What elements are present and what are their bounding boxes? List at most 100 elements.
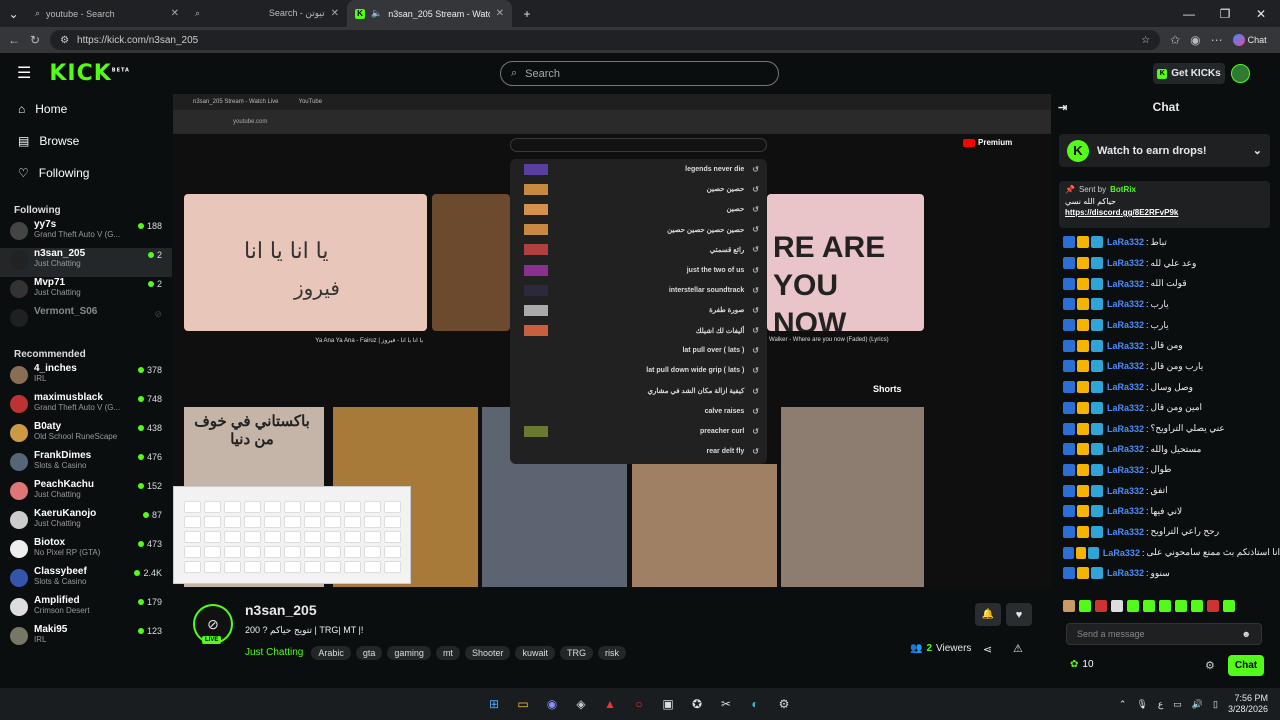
- emote-icon[interactable]: [1111, 600, 1123, 612]
- edge-icon[interactable]: ◐: [744, 693, 766, 715]
- sidebar-channel[interactable]: Vermont_S06 ⊘: [0, 306, 172, 335]
- emote-icon[interactable]: [1175, 600, 1187, 612]
- earn-drops-banner[interactable]: K Watch to earn drops! ⌄: [1059, 134, 1270, 167]
- emote-icon[interactable]: [1127, 600, 1139, 612]
- window-close-icon[interactable]: ✕: [1250, 3, 1272, 25]
- steam-icon[interactable]: ◈: [570, 693, 592, 715]
- sidebar-channel[interactable]: Maki95 IRL 123: [0, 624, 172, 653]
- emote-icon[interactable]: [1191, 600, 1203, 612]
- chat-username[interactable]: LaRa332: [1107, 320, 1144, 330]
- back-icon[interactable]: ←: [8, 33, 20, 47]
- discord-icon[interactable]: ◉: [541, 693, 563, 715]
- sidebar-channel[interactable]: Mvp71 Just Chatting 2: [0, 277, 172, 306]
- copilot-chat-button[interactable]: Chat: [1232, 34, 1267, 46]
- emote-icon[interactable]: [1079, 600, 1091, 612]
- chat-username[interactable]: LaRa332: [1107, 237, 1144, 247]
- chat-username[interactable]: LaRa332: [1107, 424, 1144, 434]
- chat-username[interactable]: LaRa332: [1107, 279, 1144, 289]
- sidebar-channel[interactable]: PeachKachu Just Chatting 152: [0, 479, 172, 508]
- sidebar-channel[interactable]: FrankDimes Slots & Casino 476: [0, 450, 172, 479]
- sidebar-channel[interactable]: Biotox No Pixel RP (GTA) 473: [0, 537, 172, 566]
- follow-button[interactable]: ♥: [1006, 603, 1032, 626]
- chat-username[interactable]: LaRa332: [1107, 465, 1144, 475]
- stream-category-link[interactable]: Just Chatting: [245, 647, 303, 658]
- chat-username[interactable]: LaRa332: [1107, 486, 1144, 496]
- chat-username[interactable]: LaRa332: [1107, 361, 1144, 371]
- report-icon[interactable]: ⚠: [1013, 642, 1023, 655]
- chat-username[interactable]: LaRa332: [1107, 341, 1144, 351]
- clock[interactable]: 7:56 PM 3/28/2026: [1228, 693, 1268, 715]
- chat-username[interactable]: LaRa332: [1107, 382, 1144, 392]
- capcut-icon[interactable]: ✂: [715, 693, 737, 715]
- sidebar-channel[interactable]: n3san_205 Just Chatting 2: [0, 248, 172, 277]
- notification-bell-button[interactable]: 🔔: [975, 603, 1001, 626]
- chat-username[interactable]: LaRa332: [1107, 444, 1144, 454]
- settings-icon[interactable]: ⚙: [773, 693, 795, 715]
- volume-icon[interactable]: 🔊: [1192, 699, 1203, 710]
- emote-icon[interactable]: [1223, 600, 1235, 612]
- sidebar-channel[interactable]: yy7s Grand Theft Auto V (G... 188: [0, 219, 172, 248]
- chat-username[interactable]: LaRa332: [1107, 568, 1144, 578]
- file-explorer-icon[interactable]: ▭: [512, 693, 534, 715]
- tab-menu-chevron-icon[interactable]: ⌄: [0, 3, 27, 25]
- chat-username[interactable]: LaRa332: [1107, 403, 1144, 413]
- app-icon[interactable]: ▣: [657, 693, 679, 715]
- new-tab-icon[interactable]: +: [516, 3, 538, 25]
- channel-name[interactable]: n3san_205: [245, 602, 317, 618]
- sidebar-channel[interactable]: B0aty Old School RuneScape 438: [0, 421, 172, 450]
- chevron-down-icon[interactable]: ⌄: [1253, 144, 1262, 157]
- language-indicator[interactable]: ع: [1158, 699, 1163, 710]
- emote-icon[interactable]: [1095, 600, 1107, 612]
- opera-icon[interactable]: ○: [628, 693, 650, 715]
- sidebar-channel[interactable]: maximusblack Grand Theft Auto V (G... 748: [0, 392, 172, 421]
- stream-tag[interactable]: Arabic: [311, 646, 351, 660]
- chat-username[interactable]: LaRa332: [1103, 548, 1140, 558]
- sidebar-channel[interactable]: Classybeef Slots & Casino 2.4K: [0, 566, 172, 595]
- chat-username[interactable]: LaRa332: [1107, 527, 1144, 537]
- stream-tag[interactable]: kuwait: [515, 646, 555, 660]
- close-icon[interactable]: ✕: [171, 8, 179, 19]
- avatar[interactable]: [1231, 64, 1250, 83]
- windows-start-icon[interactable]: ⊞: [483, 693, 505, 715]
- stream-tag[interactable]: risk: [597, 646, 626, 660]
- site-info-icon[interactable]: ⚙: [60, 35, 69, 46]
- emote-icon[interactable]: [1207, 600, 1219, 612]
- collapse-chat-icon[interactable]: ⇥: [1058, 101, 1067, 114]
- kick-logo[interactable]: KICKBETA: [49, 61, 130, 86]
- kicks-balance[interactable]: ✿ 10: [1070, 659, 1094, 670]
- reload-icon[interactable]: ↻: [30, 33, 40, 47]
- minimize-icon[interactable]: —: [1178, 3, 1200, 25]
- profile-icon[interactable]: ◉: [1190, 33, 1200, 47]
- chat-username[interactable]: LaRa332: [1107, 506, 1144, 516]
- maximize-icon[interactable]: ❐: [1214, 3, 1236, 25]
- close-icon[interactable]: ✕: [331, 8, 339, 19]
- tab-search-arabic[interactable]: ⌕ Search - تيوتن ✕: [187, 0, 347, 27]
- emote-icon[interactable]: [1143, 600, 1155, 612]
- stream-tag[interactable]: mt: [435, 646, 460, 660]
- tray-chevron-icon[interactable]: ⌃: [1119, 699, 1127, 710]
- adobe-icon[interactable]: ▲: [599, 693, 621, 715]
- bookmark-star-icon[interactable]: ☆: [1141, 35, 1150, 46]
- get-kicks-button[interactable]: K Get KICKs: [1153, 63, 1225, 84]
- share-icon[interactable]: ⋖: [983, 643, 992, 656]
- sidebar-nav-following[interactable]: ♡ Following: [0, 157, 172, 189]
- tab-youtube-search[interactable]: ⌕ youtube - Search ✕: [27, 0, 187, 27]
- chat-settings-icon[interactable]: ⚙: [1205, 659, 1215, 672]
- stream-tag[interactable]: gta: [355, 646, 383, 660]
- tab-kick-stream[interactable]: K 🔈 n3san_205 Stream - Watch Live ✕: [347, 0, 512, 27]
- video-player[interactable]: n3san_205 Stream - Watch Live YouTube yo…: [173, 94, 1051, 588]
- app-icon[interactable]: ✪: [686, 693, 708, 715]
- sidebar-channel[interactable]: Amplified Crimson Desert 179: [0, 595, 172, 624]
- send-chat-button[interactable]: Chat: [1228, 655, 1264, 676]
- mute-icon[interactable]: 🔈: [371, 8, 382, 19]
- search-input[interactable]: ⌕ Search: [500, 61, 779, 86]
- emote-icon[interactable]: [1063, 600, 1075, 612]
- sidebar-nav-home[interactable]: ⌂ Home: [0, 93, 172, 125]
- battery-icon[interactable]: ▯: [1213, 699, 1218, 710]
- microphone-icon[interactable]: 🎙: [1136, 699, 1147, 710]
- stream-tag[interactable]: gaming: [387, 646, 431, 660]
- stream-tag[interactable]: TRG: [559, 646, 593, 660]
- close-icon[interactable]: ✕: [496, 8, 504, 19]
- hamburger-menu-icon[interactable]: ☰: [17, 63, 31, 83]
- chat-username[interactable]: LaRa332: [1107, 258, 1144, 268]
